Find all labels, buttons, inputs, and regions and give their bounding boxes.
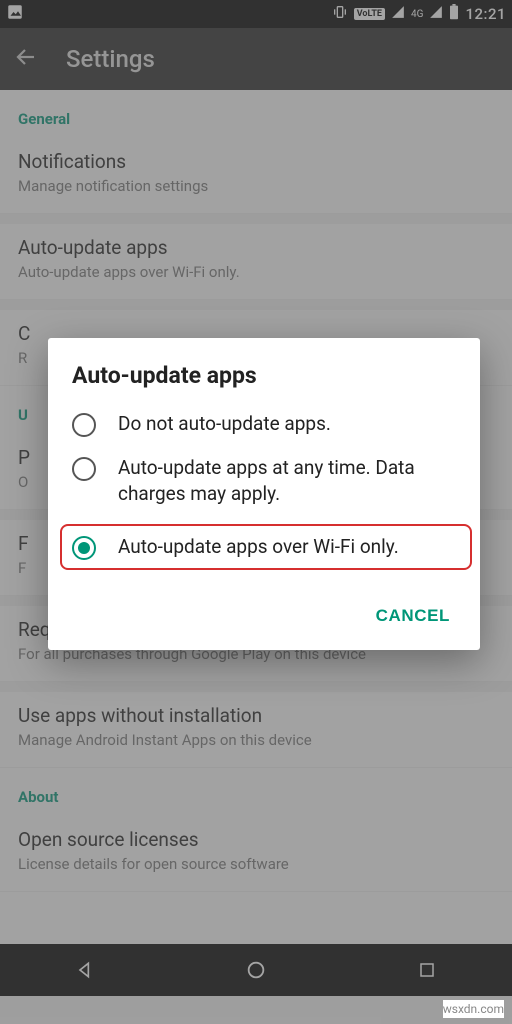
- watermark: wsxdn.com: [443, 1000, 504, 1018]
- option-label: Do not auto-update apps.: [118, 411, 331, 437]
- radio-selected-icon: [72, 536, 96, 560]
- option-wifi-only[interactable]: Auto-update apps over Wi-Fi only.: [60, 524, 472, 570]
- option-anytime[interactable]: Auto-update apps at any time. Data charg…: [72, 455, 460, 506]
- dialog-title: Auto-update apps: [72, 362, 460, 389]
- auto-update-dialog: Auto-update apps Do not auto-update apps…: [48, 338, 480, 650]
- option-label: Auto-update apps at any time. Data charg…: [118, 455, 460, 506]
- option-label: Auto-update apps over Wi-Fi only.: [118, 534, 399, 560]
- radio-icon: [72, 413, 96, 437]
- screen: VoLTE 4G 12:21 Settings General Notifica…: [0, 0, 512, 1024]
- dialog-actions: CANCEL: [72, 588, 460, 634]
- radio-icon: [72, 457, 96, 481]
- option-no-update[interactable]: Do not auto-update apps.: [72, 411, 460, 437]
- cancel-button[interactable]: CANCEL: [366, 598, 460, 634]
